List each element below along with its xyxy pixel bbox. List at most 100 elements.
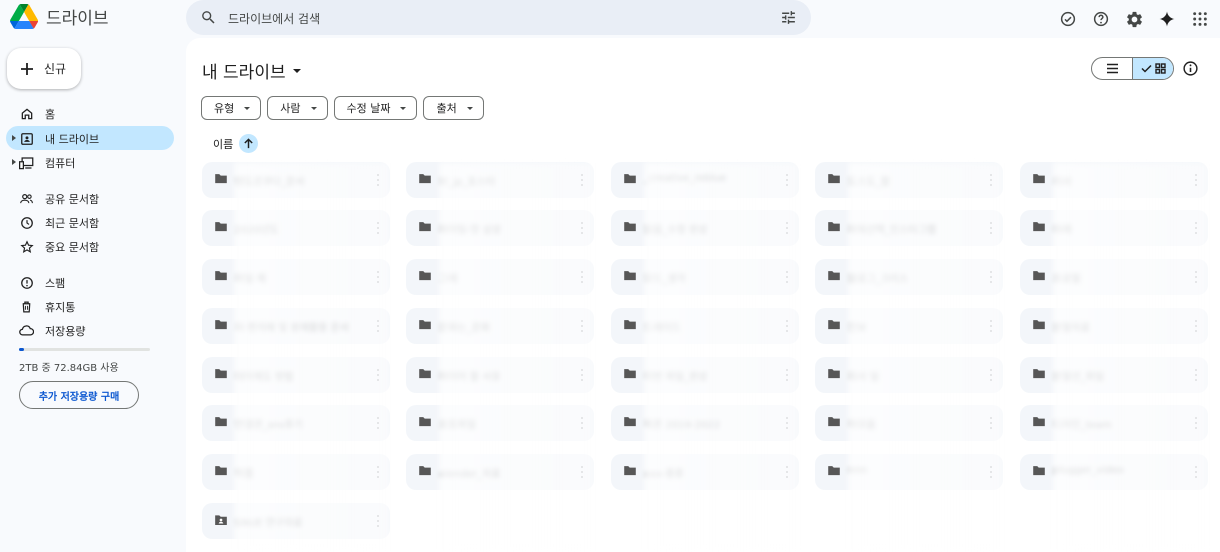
folder-card[interactable]: 드레이드 <box>611 308 799 344</box>
folder-card[interactable]: 파일 제 <box>202 259 390 295</box>
more-actions-icon[interactable] <box>1195 417 1198 429</box>
buy-storage-button[interactable]: 추가 저장용량 구매 <box>19 381 139 409</box>
info-icon[interactable] <box>1182 60 1199 77</box>
expand-caret-icon[interactable] <box>12 135 16 141</box>
folder-card[interactable]: 디자인_team <box>1020 405 1208 441</box>
sidebar-item-home[interactable]: 홈 <box>6 101 174 125</box>
folder-card[interactable]: 회사 일 <box>815 357 1003 393</box>
more-actions-icon[interactable] <box>786 271 789 283</box>
offline-ready-icon[interactable] <box>1056 7 1080 31</box>
more-actions-icon[interactable] <box>786 174 789 186</box>
more-actions-icon[interactable] <box>786 369 789 381</box>
more-actions-icon[interactable] <box>581 466 584 478</box>
settings-gear-icon[interactable] <box>1122 7 1146 31</box>
more-actions-icon[interactable] <box>581 320 584 332</box>
more-actions-icon[interactable] <box>377 174 380 186</box>
folder-card[interactable]: 도스도_함 <box>815 162 1003 198</box>
more-actions-icon[interactable] <box>581 174 584 186</box>
folder-card[interactable]: _creative_reblue <box>611 162 799 198</box>
folder-card[interactable]: 데이제도 방법 <box>202 357 390 393</box>
folder-card[interactable]: 하모음 <box>815 405 1003 441</box>
expand-caret-icon[interactable] <box>12 159 16 165</box>
sidebar-item-starred[interactable]: 중요 문서함 <box>6 234 174 258</box>
search-options-icon[interactable] <box>780 9 797 26</box>
folder-card[interactable]: xxx-종류 <box>611 454 799 490</box>
folder-card[interactable]: 분할자료 <box>1020 308 1208 344</box>
apps-grid-icon[interactable] <box>1188 7 1212 31</box>
folder-card[interactable]: 분할선_파일 <box>1020 357 1208 393</box>
search-bar[interactable]: 드라이브에서 검색 <box>186 0 811 35</box>
folder-card[interactable]: 진보 <box>815 308 1003 344</box>
grid-view-button[interactable] <box>1132 58 1173 79</box>
help-icon[interactable] <box>1089 7 1113 31</box>
more-actions-icon[interactable] <box>581 417 584 429</box>
folder-card[interactable]: plugger_video <box>1020 454 1208 490</box>
sidebar-item-trash[interactable]: 휴지통 <box>6 294 174 318</box>
more-actions-icon[interactable] <box>990 271 993 283</box>
more-actions-icon[interactable] <box>1195 271 1198 283</box>
page-title[interactable]: 내 드라이브 <box>202 58 302 83</box>
folder-card[interactable]: alender_자료 <box>406 454 594 490</box>
more-actions-icon[interactable] <box>377 515 380 527</box>
folder-card[interactable]: 이번 파일_완성 <box>611 357 799 393</box>
more-actions-icon[interactable] <box>581 222 584 234</box>
folder-card[interactable]: 모드_생각 <box>611 259 799 295</box>
folder-card[interactable]: 아래 <box>1020 210 1208 246</box>
list-view-button[interactable] <box>1092 58 1132 79</box>
folder-card[interactable]: SNUE 연구자료 <box>202 503 390 539</box>
sidebar-item-my-drive[interactable]: 내 드라이브 <box>6 126 174 150</box>
folder-card[interactable]: 텐도르쿠다_문서 <box>202 162 390 198</box>
search-icon[interactable] <box>200 9 217 26</box>
folder-card[interactable]: 리사 <box>1020 162 1208 198</box>
sidebar-item-shared[interactable]: 공유 문서함 <box>6 186 174 210</box>
filter-source-chip[interactable]: 출처 <box>423 96 484 120</box>
more-actions-icon[interactable] <box>786 466 789 478</box>
more-actions-icon[interactable] <box>377 320 380 332</box>
more-actions-icon[interactable] <box>377 369 380 381</box>
search-input[interactable]: 드라이브에서 검색 <box>228 10 320 27</box>
more-actions-icon[interactable] <box>1195 222 1198 234</box>
new-button[interactable]: 신규 <box>7 48 81 89</box>
more-actions-icon[interactable] <box>377 222 380 234</box>
sidebar-item-storage[interactable]: 저장용량 <box>6 318 174 342</box>
filter-modified-chip[interactable]: 수정 날짜 <box>333 96 418 120</box>
folder-card[interactable]: 포토파일 <box>406 405 594 441</box>
sort-by-name[interactable]: 이름 <box>213 134 259 153</box>
folder-card[interactable]: 연결관_sns후기 <box>202 405 390 441</box>
folder-card[interactable]: 목폰 2019-2022 <box>611 405 799 441</box>
folder-card[interactable]: nnn <box>815 454 1003 490</box>
more-actions-icon[interactable] <box>1195 174 1198 186</box>
more-actions-icon[interactable] <box>990 320 993 332</box>
more-actions-icon[interactable] <box>990 222 993 234</box>
folder-card[interactable]: 블로그_크리스 <box>815 259 1003 295</box>
more-actions-icon[interactable] <box>990 369 993 381</box>
drive-logo[interactable]: 드라이브 <box>10 4 109 29</box>
more-actions-icon[interactable] <box>377 466 380 478</box>
more-actions-icon[interactable] <box>581 369 584 381</box>
folder-card[interactable]: 파이팅-맛 삼성 <box>406 210 594 246</box>
more-actions-icon[interactable] <box>990 466 993 478</box>
folder-card[interactable]: 파워선택_인스타그램 <box>815 210 1003 246</box>
filter-type-chip[interactable]: 유형 <box>201 96 262 120</box>
sort-ascending-arrow-icon[interactable] <box>239 134 259 153</box>
folder-card[interactable]: 문화는_문화 <box>406 308 594 344</box>
folder-card[interactable]: 그레 <box>406 259 594 295</box>
more-actions-icon[interactable] <box>581 271 584 283</box>
filter-people-chip[interactable]: 사람 <box>267 96 328 120</box>
sidebar-item-spam[interactable]: 스팸 <box>6 270 174 294</box>
folder-card[interactable]: 2020년도 <box>202 210 390 246</box>
folder-card[interactable]: 자·편저에 및 원재활용 문서 <box>202 308 390 344</box>
more-actions-icon[interactable] <box>1195 320 1198 332</box>
more-actions-icon[interactable] <box>1195 369 1198 381</box>
more-actions-icon[interactable] <box>377 417 380 429</box>
more-actions-icon[interactable] <box>786 320 789 332</box>
folder-card[interactable]: 읽음_수정 완성 <box>611 210 799 246</box>
more-actions-icon[interactable] <box>377 271 380 283</box>
folder-card[interactable]: 파이어 할 사유 <box>406 357 594 393</box>
sidebar-item-computers[interactable]: 컴퓨터 <box>6 150 174 174</box>
more-actions-icon[interactable] <box>1195 466 1198 478</box>
more-actions-icon[interactable] <box>990 417 993 429</box>
folder-card[interactable]: 브_jp_포스터 <box>406 162 594 198</box>
more-actions-icon[interactable] <box>786 417 789 429</box>
sidebar-item-recent[interactable]: 최근 문서함 <box>6 210 174 234</box>
